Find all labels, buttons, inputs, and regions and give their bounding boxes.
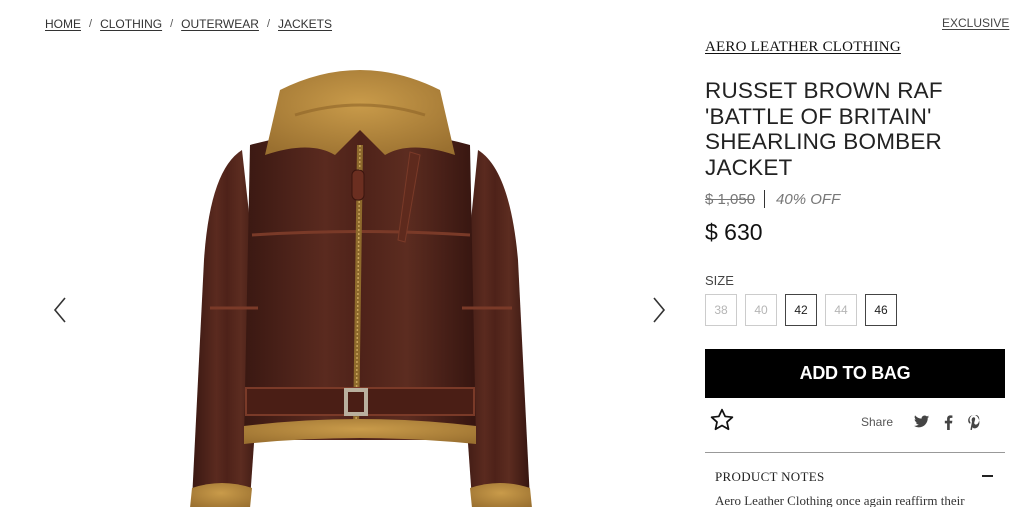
size-option-40[interactable]: 40 (745, 294, 777, 326)
size-selector: 38 40 42 44 46 (705, 294, 897, 326)
breadcrumb: HOME / CLOTHING / OUTERWEAR / JACKETS (45, 17, 332, 31)
original-price: $ 1,050 (705, 190, 756, 208)
discount-label: 40% OFF (776, 190, 841, 208)
size-option-46[interactable]: 46 (865, 294, 897, 326)
sale-price: $ 630 (705, 219, 763, 245)
breadcrumb-home[interactable]: HOME (45, 17, 81, 31)
size-option-38[interactable]: 38 (705, 294, 737, 326)
size-option-42[interactable]: 42 (785, 294, 817, 326)
product-title: RUSSET BROWN RAF 'BATTLE OF BRITAIN' SHE… (705, 78, 943, 180)
add-to-bag-button[interactable]: ADD TO BAG (705, 349, 1005, 398)
product-notes-title[interactable]: PRODUCT NOTES (715, 469, 824, 485)
breadcrumb-jackets[interactable]: JACKETS (278, 17, 332, 31)
breadcrumb-clothing[interactable]: CLOTHING (100, 17, 162, 31)
share-label: Share (861, 415, 894, 429)
breadcrumb-separator: / (266, 18, 270, 30)
price-divider (764, 190, 766, 208)
product-image (190, 70, 532, 507)
facebook-icon[interactable] (939, 413, 957, 431)
breadcrumb-outerwear[interactable]: OUTERWEAR (181, 17, 259, 31)
price-row: $ 1,050 40% OFF (705, 190, 840, 208)
size-label: SIZE (705, 273, 734, 288)
size-option-44[interactable]: 44 (825, 294, 857, 326)
brand-link[interactable]: AERO LEATHER CLOTHING (705, 39, 901, 56)
twitter-icon[interactable] (913, 413, 931, 431)
pinterest-icon[interactable] (965, 413, 983, 431)
chevron-left-icon[interactable] (48, 295, 72, 325)
star-outline-icon[interactable] (709, 407, 735, 433)
chevron-right-icon[interactable] (647, 295, 671, 325)
share-row: Share (861, 413, 983, 431)
breadcrumb-separator: / (170, 18, 174, 30)
breadcrumb-separator: / (89, 18, 93, 30)
collapse-minus-icon[interactable] (982, 475, 993, 477)
product-notes-text: Aero Leather Clothing once again reaffir… (715, 493, 965, 507)
exclusive-badge[interactable]: EXCLUSIVE (942, 16, 1009, 30)
section-divider (705, 452, 1005, 453)
product-image-gallery (40, 55, 680, 507)
